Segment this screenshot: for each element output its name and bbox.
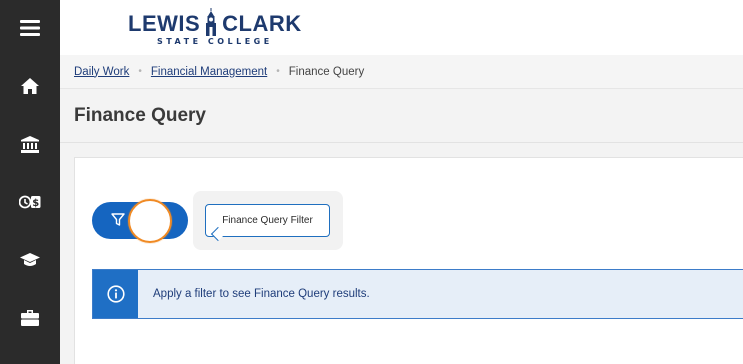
finance-icon: $	[19, 195, 41, 209]
app-root: $ LEWIS CLARK STATE COLLEGE Daily Work •…	[0, 0, 743, 364]
breadcrumb: Daily Work • Financial Management • Fina…	[60, 55, 743, 89]
nav-home[interactable]	[0, 66, 60, 106]
college-logo[interactable]: LEWIS CLARK STATE COLLEGE	[128, 8, 302, 50]
filter-tooltip: Finance Query Filter	[205, 204, 330, 242]
logo-text-right: CLARK	[222, 11, 302, 36]
nav-student[interactable]	[0, 240, 60, 280]
hamburger-menu-icon	[20, 20, 40, 36]
svg-text:$: $	[32, 198, 39, 209]
clock-tower-icon	[206, 8, 217, 36]
top-header: LEWIS CLARK STATE COLLEGE	[60, 0, 743, 55]
tooltip-arrow	[210, 226, 226, 242]
nav-employee[interactable]	[0, 298, 60, 338]
info-icon	[106, 285, 125, 303]
page-title: Finance Query	[74, 104, 206, 126]
alert-icon-box	[93, 270, 138, 318]
bank-icon	[21, 135, 39, 153]
logo-wordmark: LEWIS CLARK STATE COLLEGE	[128, 8, 302, 46]
menu-button[interactable]	[0, 8, 60, 48]
briefcase-icon	[21, 310, 39, 326]
finance-query-panel: Finance Query Filter Apply a filter to s…	[74, 157, 743, 364]
breadcrumb-daily-work[interactable]: Daily Work	[74, 66, 129, 78]
logo-text-left: LEWIS	[128, 11, 201, 36]
click-indicator	[128, 199, 172, 243]
breadcrumb-separator: •	[276, 66, 280, 77]
filter-icon	[111, 213, 125, 226]
filter-tooltip-text: Finance Query Filter	[222, 215, 313, 226]
nav-finance-bank[interactable]	[0, 124, 60, 164]
graduation-cap-icon	[20, 253, 40, 266]
home-icon	[21, 78, 39, 94]
left-nav-rail: $	[0, 0, 60, 364]
info-alert: Apply a filter to see Finance Query resu…	[92, 269, 743, 319]
breadcrumb-financial-management[interactable]: Financial Management	[151, 66, 267, 78]
filter-button[interactable]	[92, 199, 188, 243]
breadcrumb-current: Finance Query	[288, 65, 365, 78]
page-title-bar: Finance Query	[60, 89, 743, 143]
alert-message: Apply a filter to see Finance Query resu…	[153, 288, 370, 300]
tooltip-backdrop: Finance Query Filter	[193, 191, 343, 250]
logo-subtitle: STATE COLLEGE	[156, 37, 273, 46]
nav-finance-money[interactable]: $	[0, 182, 60, 222]
main-content: Finance Query Filter Apply a filter to s…	[60, 143, 743, 364]
breadcrumb-separator: •	[138, 66, 142, 77]
